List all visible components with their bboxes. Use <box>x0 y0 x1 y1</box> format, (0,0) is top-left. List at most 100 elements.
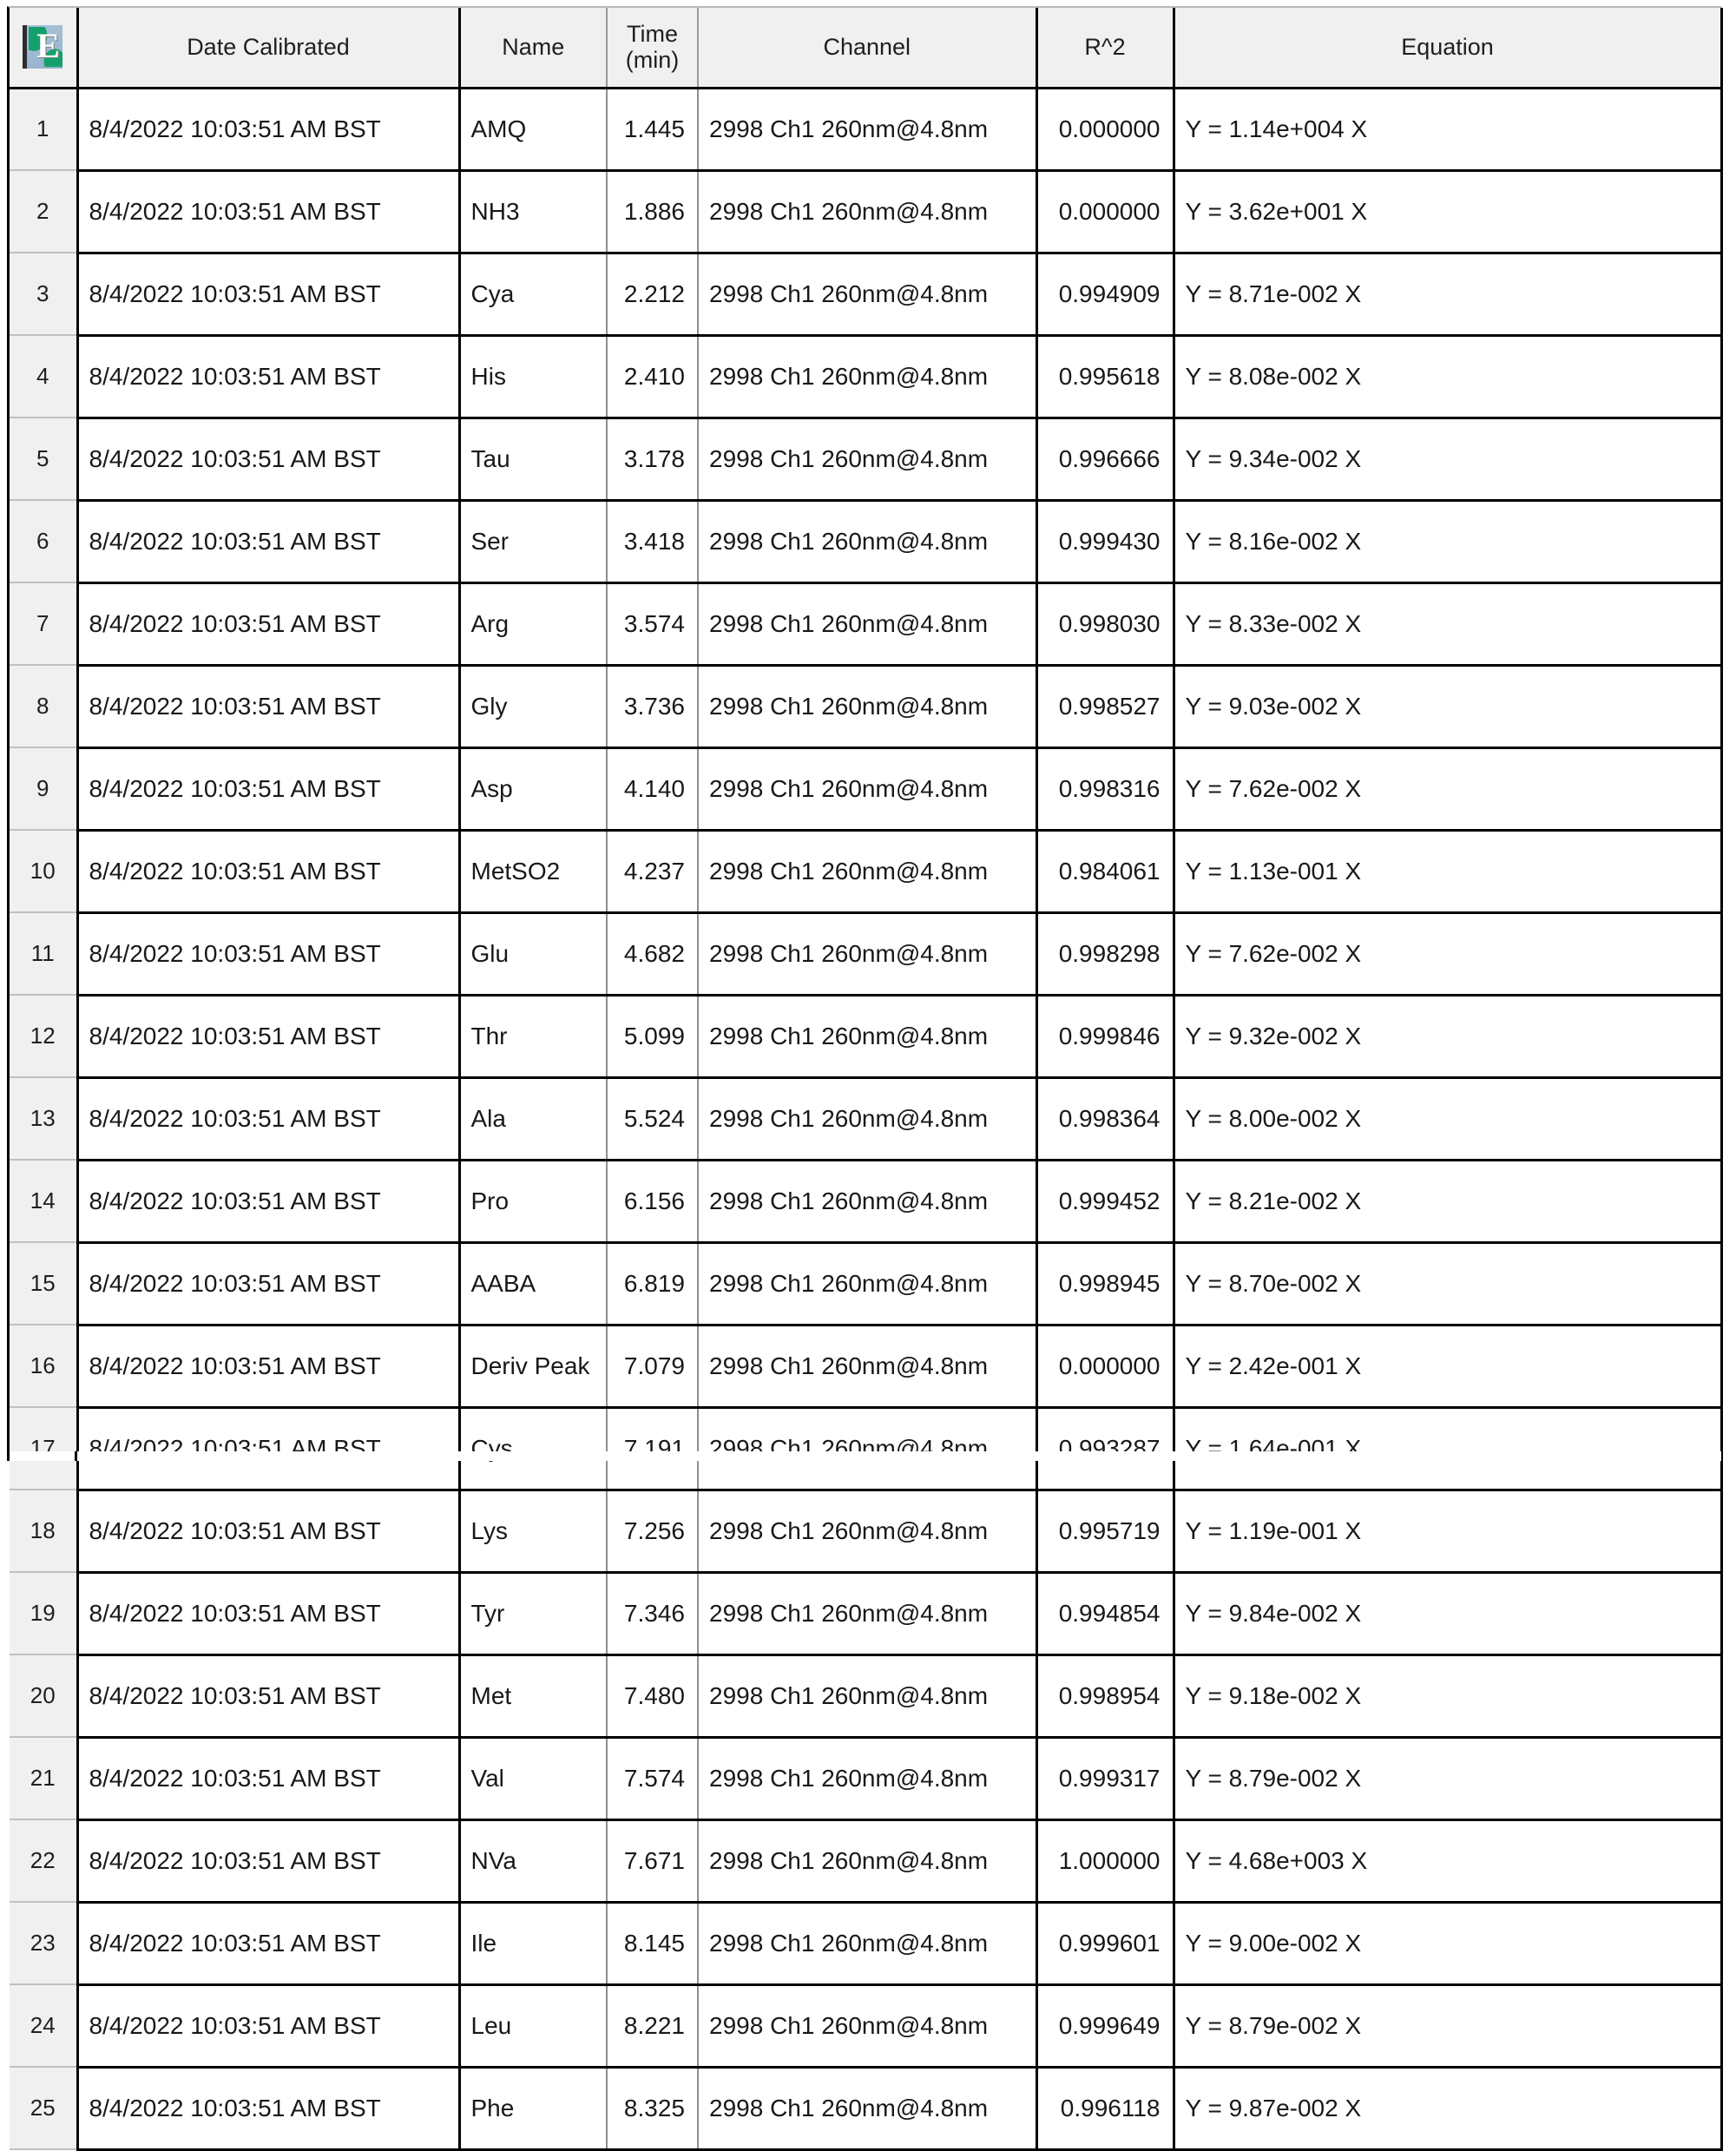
cell-equation[interactable]: Y = 8.71e-002 X <box>1174 253 1723 337</box>
cell-date-calibrated[interactable]: 8/4/2022 10:03:51 AM BST <box>77 1160 461 1244</box>
row-header-number[interactable]: 3 <box>10 253 79 336</box>
cell-r2[interactable]: 0.999649 <box>1036 1984 1175 2069</box>
cell-name[interactable]: His <box>459 335 608 419</box>
cell-r2[interactable]: 0.995618 <box>1036 335 1175 419</box>
cell-r2[interactable]: 0.999601 <box>1036 1902 1175 1986</box>
cell-date-calibrated[interactable]: 8/4/2022 10:03:51 AM BST <box>77 1407 461 1491</box>
cell-name[interactable]: Ser <box>459 500 608 584</box>
cell-time[interactable]: 7.191 <box>607 1407 699 1491</box>
cell-time[interactable]: 6.819 <box>607 1242 699 1326</box>
cell-channel[interactable]: 2998 Ch1 260nm@4.8nm <box>698 1077 1038 1161</box>
row-header-number[interactable]: 14 <box>10 1160 79 1243</box>
table-row[interactable]: 22 8/4/2022 10:03:51 AM BST NVa 7.671 2998 C… <box>10 1819 1723 1904</box>
table-row[interactable]: 17 8/4/2022 10:03:51 AM BST Cys 7.191 2998 C… <box>10 1407 1723 1491</box>
cell-r2[interactable]: 0.998316 <box>1036 747 1175 832</box>
table-row[interactable]: 14 8/4/2022 10:03:51 AM BST Pro 6.156 2998 C… <box>10 1160 1723 1244</box>
cell-date-calibrated[interactable]: 8/4/2022 10:03:51 AM BST <box>77 500 461 584</box>
cell-date-calibrated[interactable]: 8/4/2022 10:03:51 AM BST <box>77 995 461 1079</box>
cell-time[interactable]: 3.178 <box>607 418 699 502</box>
cell-name[interactable]: Ala <box>459 1077 608 1161</box>
cell-name[interactable]: Asp <box>459 747 608 832</box>
cell-date-calibrated[interactable]: 8/4/2022 10:03:51 AM BST <box>77 665 461 749</box>
cell-equation[interactable]: Y = 9.00e-002 X <box>1174 1902 1723 1986</box>
cell-time[interactable]: 4.237 <box>607 830 699 914</box>
cell-time[interactable]: 5.524 <box>607 1077 699 1161</box>
cell-date-calibrated[interactable]: 8/4/2022 10:03:51 AM BST <box>77 747 461 832</box>
row-header-number[interactable]: 18 <box>10 1490 79 1573</box>
row-header-number[interactable]: 23 <box>10 1902 79 1985</box>
cell-time[interactable]: 8.145 <box>607 1902 699 1986</box>
row-header-number[interactable]: 9 <box>10 747 79 831</box>
cell-equation[interactable]: Y = 1.14e+004 X <box>1174 88 1723 172</box>
cell-channel[interactable]: 2998 Ch1 260nm@4.8nm <box>698 88 1038 172</box>
column-header-equation[interactable]: Equation <box>1174 8 1723 89</box>
cell-r2[interactable]: 0.000000 <box>1036 88 1175 172</box>
cell-date-calibrated[interactable]: 8/4/2022 10:03:51 AM BST <box>77 418 461 502</box>
row-header-number[interactable]: 15 <box>10 1242 79 1325</box>
table-row[interactable]: 24 8/4/2022 10:03:51 AM BST Leu 8.221 2998 C… <box>10 1984 1723 2069</box>
cell-r2[interactable]: 0.998954 <box>1036 1654 1175 1739</box>
cell-channel[interactable]: 2998 Ch1 260nm@4.8nm <box>698 582 1038 667</box>
cell-name[interactable]: Thr <box>459 995 608 1079</box>
cell-time[interactable]: 3.574 <box>607 582 699 667</box>
cell-date-calibrated[interactable]: 8/4/2022 10:03:51 AM BST <box>77 1902 461 1986</box>
table-row[interactable]: 18 8/4/2022 10:03:51 AM BST Lys 7.256 2998 C… <box>10 1490 1723 1574</box>
cell-equation[interactable]: Y = 8.00e-002 X <box>1174 1077 1723 1161</box>
row-header-number[interactable]: 17 <box>10 1407 79 1490</box>
cell-equation[interactable]: Y = 8.70e-002 X <box>1174 1242 1723 1326</box>
cell-name[interactable]: Phe <box>459 2067 608 2151</box>
cell-r2[interactable]: 0.999452 <box>1036 1160 1175 1244</box>
table-row[interactable]: 20 8/4/2022 10:03:51 AM BST Met 7.480 2998 C… <box>10 1654 1723 1739</box>
cell-time[interactable]: 7.671 <box>607 1819 699 1904</box>
table-row[interactable]: 7 8/4/2022 10:03:51 AM BST Arg 3.574 2998 Ch… <box>10 582 1723 667</box>
row-header-number[interactable]: 10 <box>10 830 79 913</box>
cell-equation[interactable]: Y = 9.34e-002 X <box>1174 418 1723 502</box>
cell-channel[interactable]: 2998 Ch1 260nm@4.8nm <box>698 253 1038 337</box>
cell-r2[interactable]: 0.000000 <box>1036 170 1175 254</box>
cell-name[interactable]: Tau <box>459 418 608 502</box>
row-header-number[interactable]: 4 <box>10 335 79 418</box>
cell-date-calibrated[interactable]: 8/4/2022 10:03:51 AM BST <box>77 912 461 997</box>
column-header-name[interactable]: Name <box>459 8 608 89</box>
table-row[interactable]: 19 8/4/2022 10:03:51 AM BST Tyr 7.346 2998 C… <box>10 1572 1723 1656</box>
table-row[interactable]: 23 8/4/2022 10:03:51 AM BST Ile 8.145 2998 C… <box>10 1902 1723 1986</box>
cell-channel[interactable]: 2998 Ch1 260nm@4.8nm <box>698 1654 1038 1739</box>
table-row[interactable]: 4 8/4/2022 10:03:51 AM BST His 2.410 2998 Ch… <box>10 335 1723 419</box>
row-header-number[interactable]: 2 <box>10 170 79 253</box>
row-header-number[interactable]: 7 <box>10 582 79 666</box>
cell-r2[interactable]: 0.994909 <box>1036 253 1175 337</box>
cell-time[interactable]: 4.682 <box>607 912 699 997</box>
cell-channel[interactable]: 2998 Ch1 260nm@4.8nm <box>698 1160 1038 1244</box>
cell-name[interactable]: Deriv Peak <box>459 1325 608 1409</box>
cell-r2[interactable]: 0.995719 <box>1036 1490 1175 1574</box>
cell-channel[interactable]: 2998 Ch1 260nm@4.8nm <box>698 1572 1038 1656</box>
row-header-number[interactable]: 20 <box>10 1654 79 1738</box>
cell-channel[interactable]: 2998 Ch1 260nm@4.8nm <box>698 1902 1038 1986</box>
cell-equation[interactable]: Y = 9.03e-002 X <box>1174 665 1723 749</box>
cell-equation[interactable]: Y = 8.33e-002 X <box>1174 582 1723 667</box>
cell-equation[interactable]: Y = 8.79e-002 X <box>1174 1984 1723 2069</box>
cell-time[interactable]: 8.325 <box>607 2067 699 2151</box>
cell-equation[interactable]: Y = 8.08e-002 X <box>1174 335 1723 419</box>
table-row[interactable]: 13 8/4/2022 10:03:51 AM BST Ala 5.524 2998 C… <box>10 1077 1723 1161</box>
cell-time[interactable]: 7.346 <box>607 1572 699 1656</box>
cell-time[interactable]: 7.574 <box>607 1737 699 1821</box>
cell-name[interactable]: Cya <box>459 253 608 337</box>
row-header-number[interactable]: 11 <box>10 912 79 996</box>
cell-name[interactable]: Lys <box>459 1490 608 1574</box>
cell-equation[interactable]: Y = 9.32e-002 X <box>1174 995 1723 1079</box>
cell-channel[interactable]: 2998 Ch1 260nm@4.8nm <box>698 418 1038 502</box>
cell-r2[interactable]: 0.998527 <box>1036 665 1175 749</box>
cell-name[interactable]: MetSO2 <box>459 830 608 914</box>
cell-equation[interactable]: Y = 7.62e-002 X <box>1174 912 1723 997</box>
cell-time[interactable]: 2.410 <box>607 335 699 419</box>
cell-r2[interactable]: 0.996666 <box>1036 418 1175 502</box>
cell-channel[interactable]: 2998 Ch1 260nm@4.8nm <box>698 747 1038 832</box>
table-row[interactable]: 12 8/4/2022 10:03:51 AM BST Thr 5.099 2998 C… <box>10 995 1723 1079</box>
row-header-number[interactable]: 12 <box>10 995 79 1078</box>
cell-channel[interactable]: 2998 Ch1 260nm@4.8nm <box>698 1407 1038 1491</box>
row-header-number[interactable]: 8 <box>10 665 79 748</box>
cell-time[interactable]: 6.156 <box>607 1160 699 1244</box>
cell-time[interactable]: 5.099 <box>607 995 699 1079</box>
cell-name[interactable]: Ile <box>459 1902 608 1986</box>
